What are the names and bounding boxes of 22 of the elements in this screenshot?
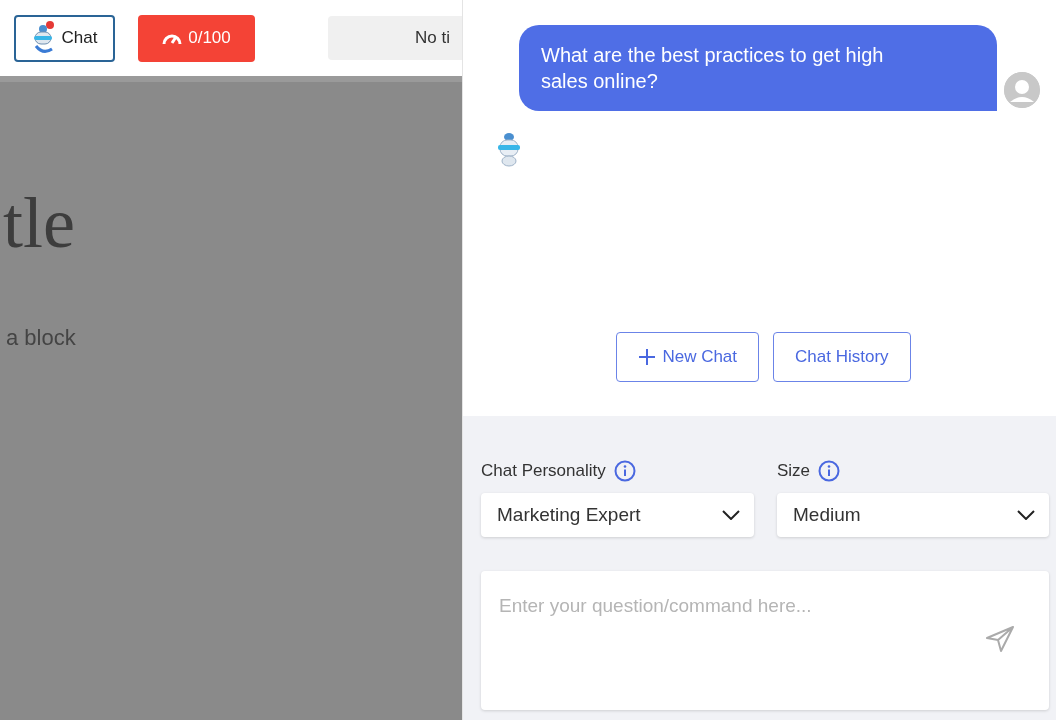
setting-label: Size bbox=[777, 461, 811, 481]
robot-icon bbox=[495, 131, 523, 167]
chat-button[interactable]: Chat bbox=[14, 14, 115, 62]
info-icon[interactable] bbox=[818, 460, 841, 482]
select-dropdown[interactable]: Marketing Expert bbox=[481, 493, 754, 537]
send-icon[interactable] bbox=[985, 625, 1015, 653]
page-heading: tle bbox=[3, 182, 76, 265]
new-chat-button[interactable]: New Chat bbox=[616, 332, 760, 382]
page-text: a block bbox=[6, 325, 77, 351]
usage-button[interactable]: 0/100 bbox=[138, 14, 255, 62]
robot-icon bbox=[31, 21, 56, 55]
chevron-down-icon bbox=[722, 510, 740, 520]
chat-history-button[interactable]: Chat History bbox=[773, 332, 911, 382]
plus-icon bbox=[638, 348, 657, 366]
question-input[interactable]: Enter your question/command here... bbox=[481, 571, 1049, 710]
avatar-icon bbox=[1004, 72, 1040, 108]
title-field[interactable]: No ti bbox=[328, 16, 462, 60]
chevron-down-icon bbox=[1017, 510, 1035, 520]
select-dropdown[interactable]: Medium bbox=[777, 493, 1049, 537]
user-message: What are the best practices to get high sales online? bbox=[519, 25, 997, 111]
info-icon[interactable] bbox=[613, 460, 636, 482]
setting-label: Chat Personality bbox=[481, 461, 606, 481]
